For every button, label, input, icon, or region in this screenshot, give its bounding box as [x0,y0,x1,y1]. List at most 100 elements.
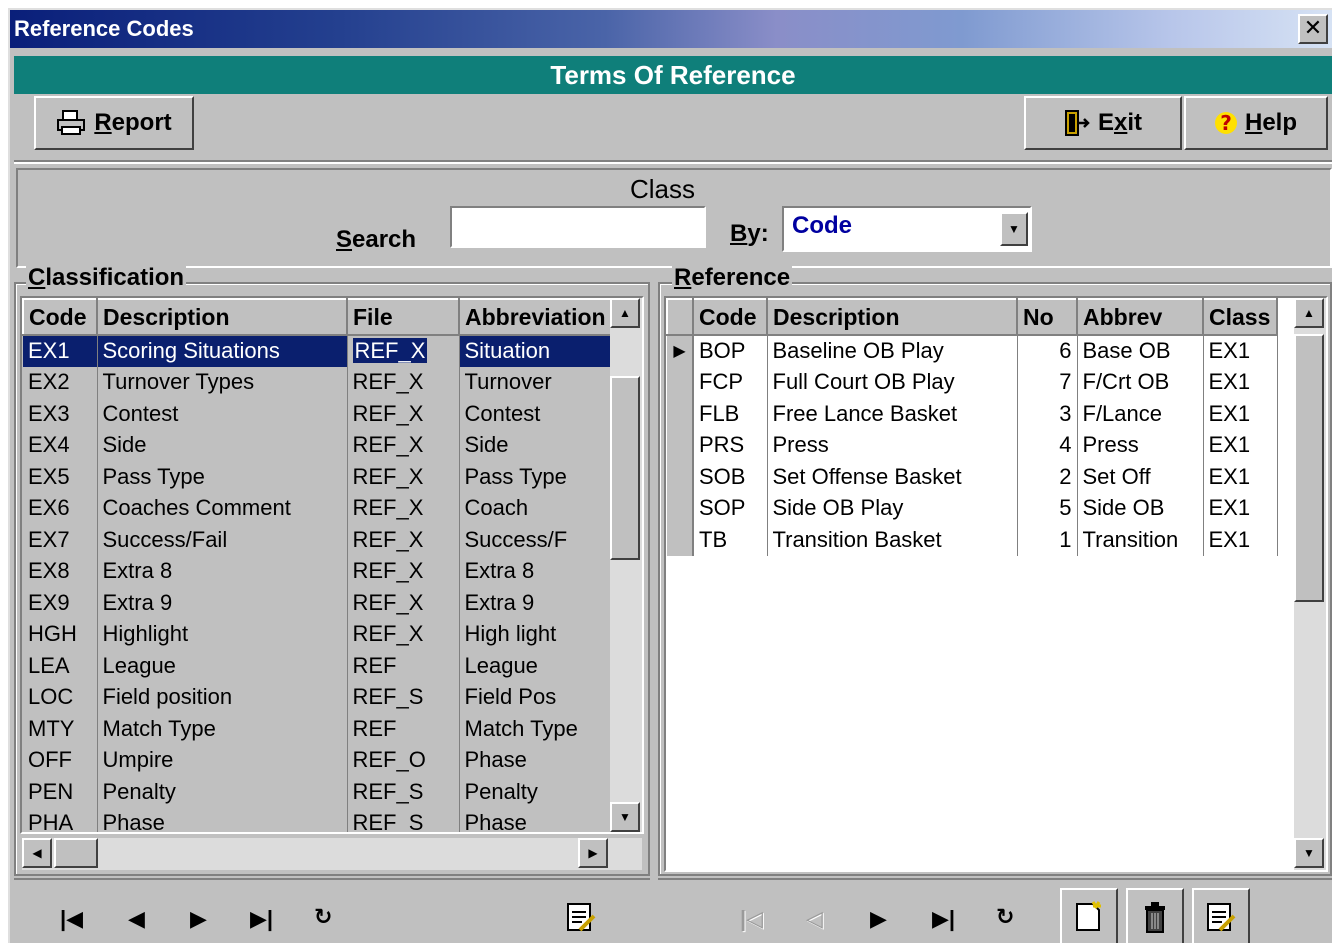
code-cell[interactable]: EX9 [23,587,98,619]
refresh-icon[interactable]: ↻ [314,904,332,930]
abbrev-cell[interactable]: Set Off [1077,461,1204,493]
code-cell[interactable]: PHA [23,807,98,832]
previous-record-icon[interactable]: ◁ [806,906,823,932]
exit-button[interactable]: Exit [1024,96,1182,150]
abbreviation-cell[interactable]: Coach [459,492,612,524]
class-cell[interactable]: EX1 [1203,524,1278,556]
column-header-file[interactable]: File [346,298,460,336]
file-cell[interactable]: REF_S [347,681,460,713]
abbrev-cell[interactable]: Base OB [1077,335,1204,367]
file-cell[interactable]: REF_X [347,429,460,461]
classification-row[interactable]: OFF Umpire REF_O Phase [23,744,612,776]
column-header-no[interactable]: No [1016,298,1078,336]
description-cell[interactable]: Contest [97,398,348,430]
last-record-icon[interactable]: ▶| [250,906,273,932]
code-cell[interactable]: LOC [23,681,98,713]
classification-grid[interactable]: Code Description File Abbreviation EX1 Sc… [20,296,644,834]
number-cell[interactable]: 6 [1017,335,1078,367]
first-record-icon[interactable]: |◁ [740,906,763,932]
description-cell[interactable]: Turnover Types [97,366,348,398]
classification-row[interactable]: EX6 Coaches Comment REF_X Coach [23,492,612,524]
column-header-code[interactable]: Code [692,298,768,336]
column-header-abbreviation[interactable]: Abbreviation [458,298,612,336]
first-record-icon[interactable]: |◀ [60,906,83,932]
abbreviation-cell[interactable]: Match Type [459,713,612,745]
description-cell[interactable]: Coaches Comment [97,492,348,524]
abbreviation-cell[interactable]: Situation [459,335,612,367]
code-cell[interactable]: EX5 [23,461,98,493]
description-cell[interactable]: Penalty [97,776,348,808]
classification-row[interactable]: PEN Penalty REF_S Penalty [23,776,612,808]
abbreviation-cell[interactable]: Extra 9 [459,587,612,619]
reference-row[interactable]: ▶ BOP Baseline OB Play 6 Base OB EX1 [667,335,1278,367]
abbrev-cell[interactable]: F/Crt OB [1077,366,1204,398]
abbreviation-cell[interactable]: High light [459,618,612,650]
abbreviation-cell[interactable]: Extra 8 [459,555,612,587]
code-cell[interactable]: MTY [23,713,98,745]
code-cell[interactable]: FCP [693,366,768,398]
scroll-right-icon[interactable]: ▶ [578,838,608,868]
file-cell[interactable]: REF_S [347,807,460,832]
column-header-description[interactable]: Description [766,298,1018,336]
new-record-button[interactable] [1060,888,1118,943]
file-cell[interactable]: REF_X [347,492,460,524]
next-record-icon[interactable]: ▶ [190,906,207,932]
reference-grid[interactable]: Code Description No Abbrev Class ▶ BOP Bas… [664,296,1328,872]
abbreviation-cell[interactable]: Success/F [459,524,612,556]
post-record-button[interactable] [1192,888,1250,943]
reference-row[interactable]: FCP Full Court OB Play 7 F/Crt OB EX1 [667,366,1278,398]
description-cell[interactable]: Pass Type [97,461,348,493]
file-cell[interactable]: REF_X [347,555,460,587]
description-cell[interactable]: Success/Fail [97,524,348,556]
number-cell[interactable]: 3 [1017,398,1078,430]
file-cell[interactable]: REF_O [347,744,460,776]
file-cell[interactable]: REF [347,713,460,745]
abbreviation-cell[interactable]: Field Pos [459,681,612,713]
code-cell[interactable]: SOP [693,492,768,524]
reference-row[interactable]: SOB Set Offense Basket 2 Set Off EX1 [667,461,1278,493]
refresh-icon[interactable]: ↻ [996,904,1014,930]
code-cell[interactable]: OFF [23,744,98,776]
description-cell[interactable]: Scoring Situations [97,335,348,367]
reference-vertical-scrollbar[interactable]: ▲ ▼ [1294,298,1326,870]
scroll-left-icon[interactable]: ◀ [22,838,52,868]
search-input[interactable] [450,206,706,248]
description-cell[interactable]: Umpire [97,744,348,776]
file-cell[interactable]: REF_X [347,366,460,398]
abbreviation-cell[interactable]: Turnover [459,366,612,398]
reference-row[interactable]: FLB Free Lance Basket 3 F/Lance EX1 [667,398,1278,430]
number-cell[interactable]: 4 [1017,429,1078,461]
classification-row[interactable]: EX9 Extra 9 REF_X Extra 9 [23,587,612,619]
description-cell[interactable]: Baseline OB Play [767,335,1018,367]
help-button[interactable]: ? Help [1184,96,1328,150]
scroll-up-icon[interactable]: ▲ [610,298,640,328]
close-button[interactable]: ✕ [1298,14,1328,44]
abbrev-cell[interactable]: Side OB [1077,492,1204,524]
abbrev-cell[interactable]: F/Lance [1077,398,1204,430]
title-bar[interactable]: Reference Codes ✕ [10,10,1332,48]
code-cell[interactable]: HGH [23,618,98,650]
abbreviation-cell[interactable]: Phase [459,744,612,776]
code-cell[interactable]: EX7 [23,524,98,556]
description-cell[interactable]: Highlight [97,618,348,650]
classification-row[interactable]: PHA Phase REF_S Phase [23,807,612,832]
reference-row[interactable]: PRS Press 4 Press EX1 [667,429,1278,461]
description-cell[interactable]: Phase [97,807,348,832]
report-button[interactable]: Report [34,96,194,150]
file-cell[interactable]: REF_X [347,398,460,430]
abbreviation-cell[interactable]: Side [459,429,612,461]
file-cell[interactable]: REF_X [347,618,460,650]
scroll-down-icon[interactable]: ▼ [610,802,640,832]
code-cell[interactable]: PRS [693,429,768,461]
file-cell[interactable]: REF_X [347,524,460,556]
file-cell[interactable]: REF_X [347,461,460,493]
abbreviation-cell[interactable]: League [459,650,612,682]
delete-record-button[interactable] [1126,888,1184,943]
scroll-thumb[interactable] [610,376,640,560]
number-cell[interactable]: 5 [1017,492,1078,524]
classification-row[interactable]: EX7 Success/Fail REF_X Success/F [23,524,612,556]
code-cell[interactable]: PEN [23,776,98,808]
description-cell[interactable]: Press [767,429,1018,461]
class-cell[interactable]: EX1 [1203,492,1278,524]
horizontal-scroll-thumb[interactable] [54,838,98,868]
